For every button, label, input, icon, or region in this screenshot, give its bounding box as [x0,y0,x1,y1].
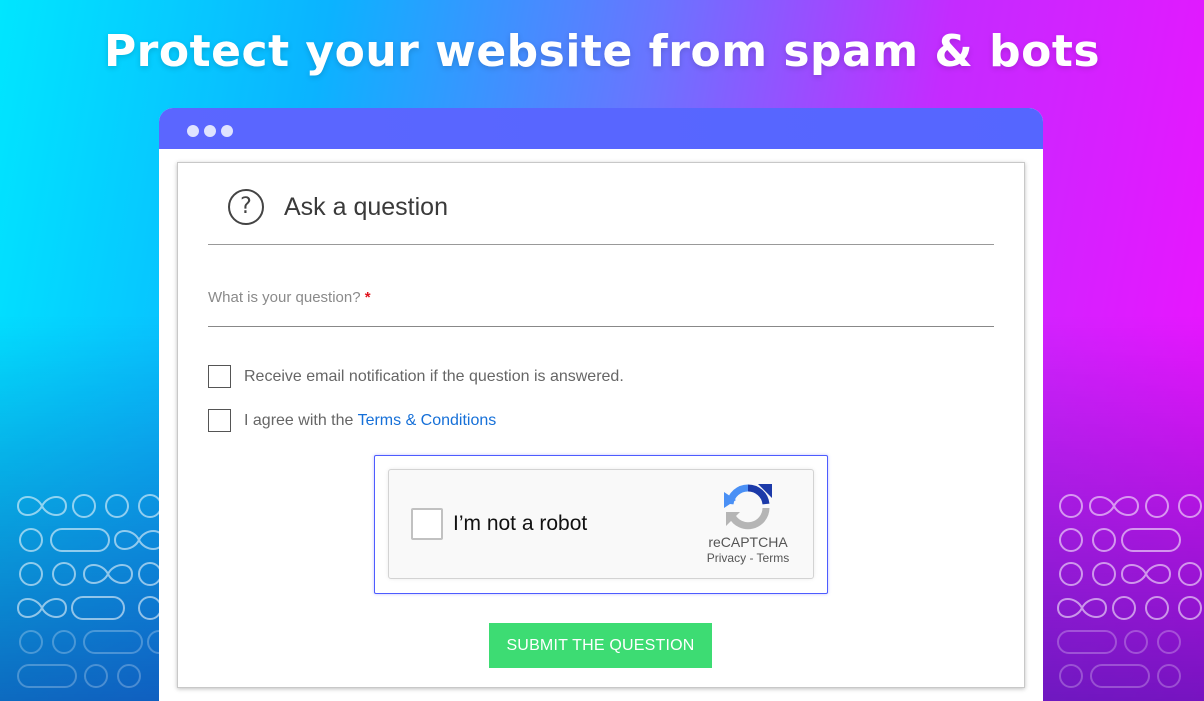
required-marker: * [364,289,371,306]
question-input[interactable]: What is your question? * [208,271,994,327]
terms-conditions-link[interactable]: Terms & Conditions [358,412,497,429]
recaptcha-checkbox[interactable] [411,508,443,540]
infinity-circles-pattern-right [1056,494,1202,688]
question-form: ? Ask a question What is your question? … [177,162,1025,688]
infinity-circles-pattern-left [16,494,171,688]
recaptcha-widget: I’m not a robot reCAPTCHA Privacy - Term… [388,469,814,579]
recaptcha-privacy-terms-links[interactable]: Privacy - Terms [689,551,807,565]
browser-window: ? Ask a question What is your question? … [159,108,1043,701]
email-notification-option: Receive email notification if the questi… [208,365,808,389]
browser-title-bar [159,108,1043,149]
page-headline: Protect your website from spam & bots [103,26,1101,77]
window-dot-icon [187,125,199,137]
terms-agreement-option: I agree with the Terms & Conditions [208,409,808,433]
terms-agreement-label: I agree with the Terms & Conditions [244,412,497,429]
window-dot-icon [221,125,233,137]
email-notification-checkbox[interactable] [208,365,231,388]
submit-question-button[interactable]: SUBMIT THE QUESTION [489,623,712,668]
recaptcha-label: I’m not a robot [453,512,588,535]
question-field-label: What is your question? * [208,289,371,306]
terms-agreement-checkbox[interactable] [208,409,231,432]
recaptcha-logo-icon [724,484,772,530]
form-header: ? Ask a question [208,187,994,245]
question-circle-icon: ? [228,189,264,225]
form-title: Ask a question [284,193,448,221]
email-notification-label: Receive email notification if the questi… [244,368,624,385]
captcha-container: I’m not a robot reCAPTCHA Privacy - Term… [374,455,828,594]
window-dot-icon [204,125,216,137]
recaptcha-brand: reCAPTCHA [708,534,788,550]
